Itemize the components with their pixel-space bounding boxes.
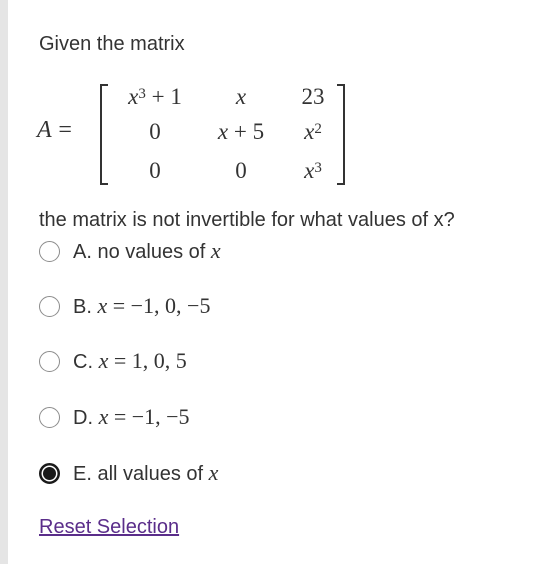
option-d[interactable]: D. x = −1, −5 — [39, 404, 190, 430]
matrix-label: A = — [37, 116, 72, 144]
matrix-cell-r0-c0: x3 + 1 — [128, 84, 182, 109]
matrix-cell-r2-c0: 0 — [149, 158, 161, 183]
matrix-cell-r2-c1: 0 — [235, 158, 247, 183]
matrix-equals: = — [58, 117, 72, 143]
left-border — [0, 0, 8, 564]
radio-option-b[interactable] — [39, 295, 60, 317]
option-d-label[interactable]: D. x = −1, −5 — [73, 404, 190, 431]
matrix-block: A = x3 + 1 x 23 0 x + 5 x2 0 0 x3 — [35, 78, 355, 190]
matrix-cell-r2-c2: x3 — [304, 158, 322, 183]
matrix-cell-r0-c1: x — [235, 84, 247, 109]
option-a-label[interactable]: A. no values of x — [73, 238, 221, 265]
matrix-cell-r1-c0: 0 — [149, 119, 161, 144]
question-intro: Given the matrix — [39, 33, 185, 55]
matrix-cell-r1-c2: x2 — [304, 119, 322, 144]
radio-option-c[interactable] — [39, 350, 60, 372]
question-prompt: the matrix is not invertible for what va… — [39, 209, 455, 231]
option-e[interactable]: E. all values of x — [39, 460, 218, 486]
option-a[interactable]: A. no values of x — [39, 238, 221, 264]
reset-selection-link[interactable]: Reset Selection — [39, 514, 179, 540]
matrix-cell-r0-c2: 23 — [301, 84, 325, 109]
radio-option-a[interactable] — [39, 240, 60, 262]
option-e-label[interactable]: E. all values of x — [73, 460, 218, 487]
right-bracket — [337, 84, 345, 185]
radio-option-d[interactable] — [39, 406, 60, 428]
left-bracket — [100, 84, 108, 185]
matrix-name: A — [37, 117, 52, 143]
radio-option-e[interactable] — [39, 462, 60, 484]
matrix-cell-r1-c1: x + 5 — [217, 119, 265, 144]
option-c[interactable]: C. x = 1, 0, 5 — [39, 348, 187, 374]
option-b[interactable]: B. x = −1, 0, −5 — [39, 293, 210, 319]
option-b-label[interactable]: B. x = −1, 0, −5 — [73, 293, 210, 320]
option-c-label[interactable]: C. x = 1, 0, 5 — [73, 348, 187, 375]
